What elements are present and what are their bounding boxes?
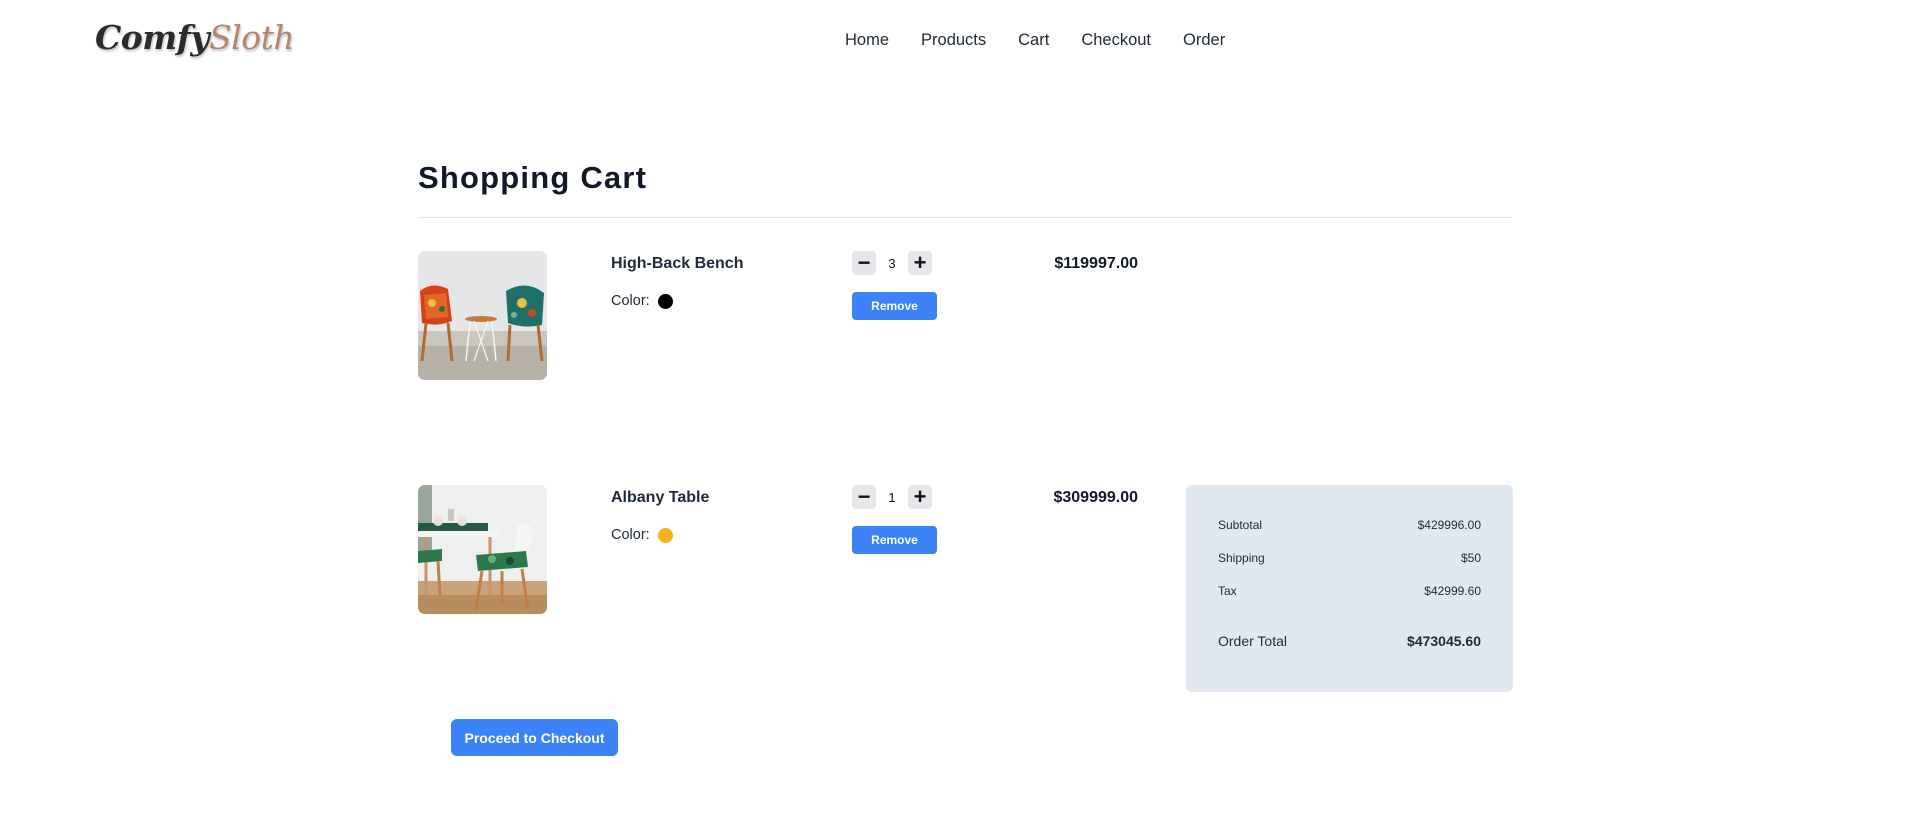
cart-item: High-Back Bench Color: − 3 + Remove $119… (418, 251, 1178, 381)
proceed-to-checkout-button[interactable]: Proceed to Checkout (451, 719, 618, 756)
remove-button[interactable]: Remove (852, 526, 937, 554)
color-label: Color: (611, 293, 650, 309)
order-summary: Subtotal $429996.00 Shipping $50 Tax $42… (1186, 485, 1513, 692)
site-header: ComfySloth Home Products Cart Checkout O… (0, 0, 1916, 82)
subtotal-value: $429996.00 (1417, 518, 1481, 532)
tax-label: Tax (1218, 584, 1237, 598)
nav-link-cart[interactable]: Cart (1018, 28, 1049, 53)
cart-item: Albany Table Color: − 1 + Remove $309999… (418, 485, 1178, 615)
subtotal-label: Subtotal (1218, 518, 1263, 532)
summary-row-tax: Tax $42999.60 (1218, 584, 1481, 598)
product-image-chairs (418, 251, 547, 380)
decrease-quantity-button[interactable]: − (852, 485, 876, 509)
cart-item-name: High-Back Bench (611, 255, 744, 272)
increase-quantity-button[interactable]: + (908, 485, 932, 509)
color-swatch (657, 527, 673, 543)
summary-row-total: Order Total $473045.60 (1218, 633, 1481, 649)
nav-link-order[interactable]: Order (1183, 28, 1225, 53)
decrease-quantity-button[interactable]: − (852, 251, 876, 275)
summary-row-subtotal: Subtotal $429996.00 (1218, 518, 1481, 532)
order-total-label: Order Total (1218, 633, 1287, 649)
cart-item-price: $119997.00 (1054, 255, 1138, 272)
brand-logo[interactable]: ComfySloth (95, 18, 295, 57)
shipping-value: $50 (1460, 551, 1481, 565)
order-total-value: $473045.60 (1407, 633, 1481, 649)
quantity-stepper: − 3 + (852, 251, 932, 275)
cart-item-price: $309999.00 (1053, 489, 1138, 506)
remove-button[interactable]: Remove (852, 292, 937, 320)
product-image-dining-table (418, 485, 547, 614)
cart-item-name: Albany Table (611, 489, 710, 506)
nav-link-home[interactable]: Home (845, 28, 889, 53)
color-label: Color: (611, 527, 650, 543)
quantity-value: 3 (888, 255, 896, 271)
summary-row-shipping: Shipping $50 (1218, 551, 1481, 565)
increase-quantity-button[interactable]: + (908, 251, 932, 275)
nav-link-checkout[interactable]: Checkout (1081, 28, 1151, 53)
brand-logo-part2: Sloth (209, 18, 295, 57)
shipping-label: Shipping (1218, 551, 1265, 565)
page-title: Shopping Cart (418, 160, 648, 195)
cart-item-color: Color: (611, 293, 673, 309)
color-swatch (657, 293, 673, 309)
tax-value: $42999.60 (1424, 584, 1481, 598)
title-divider (418, 217, 1512, 218)
main-nav: Home Products Cart Checkout Order (845, 28, 1257, 53)
cart-item-color: Color: (611, 527, 673, 543)
nav-link-products[interactable]: Products (921, 28, 986, 53)
quantity-value: 1 (888, 489, 896, 505)
brand-logo-part1: Comfy (95, 18, 210, 57)
quantity-stepper: − 1 + (852, 485, 932, 509)
